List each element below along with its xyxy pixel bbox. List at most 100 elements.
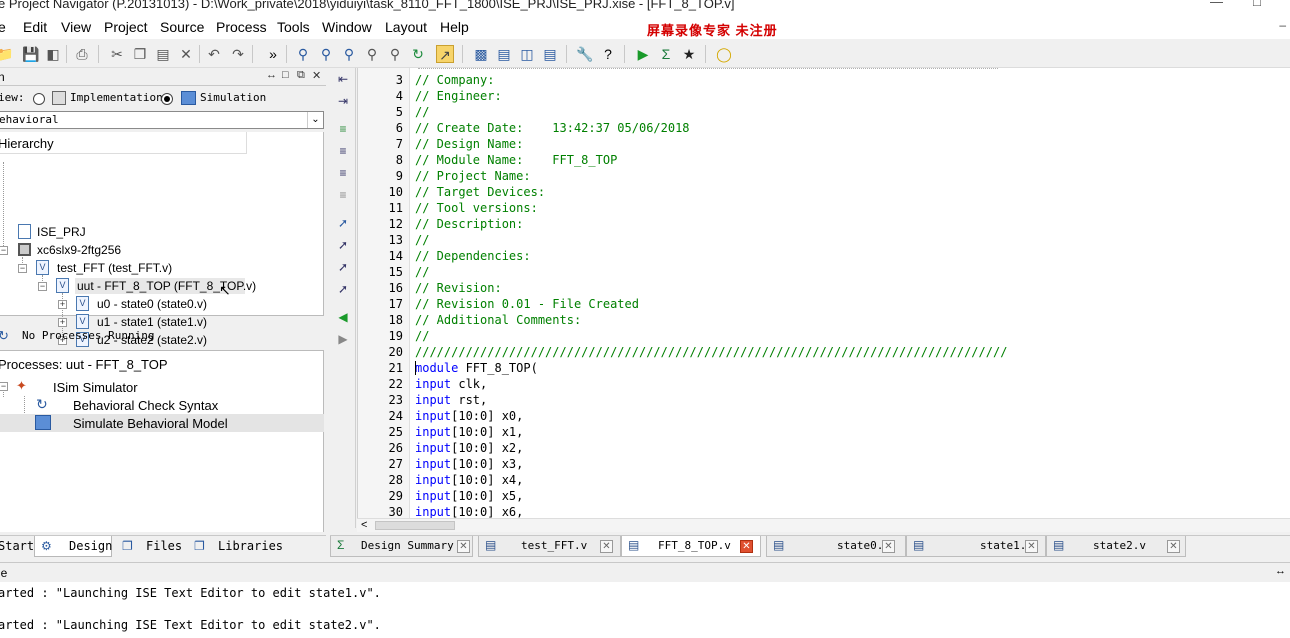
print-icon[interactable]: ⎙ [73,45,91,63]
indent-left-icon[interactable]: ⇤ [334,70,352,88]
bookmark-clear-icon[interactable]: ➚ [334,280,352,298]
tab-start[interactable]: Start [0,536,34,557]
tree-node-device[interactable]: − xc6slx9-2ftg256 [0,241,324,259]
menu-layout[interactable]: Layout [385,19,427,35]
zoom-full-icon[interactable]: ⚲ [340,45,358,63]
insert-template-icon[interactable]: ≡ [334,164,352,182]
collapse-icon[interactable]: − [38,282,47,291]
chevron-down-icon[interactable]: ⌄ [307,112,323,128]
process-check-syntax[interactable]: ↻ Behavioral Check Syntax [0,396,324,414]
paste-icon[interactable]: ▤ [154,45,172,63]
menu-view[interactable]: View [61,19,91,35]
close-tab-icon[interactable]: ✕ [1167,540,1180,553]
implementation-label[interactable]: Implementation [70,91,163,104]
open-folder-icon[interactable]: 📁 [0,45,14,63]
horizontal-scrollbar[interactable]: < [357,518,1290,532]
close-panel-icon[interactable]: ✕ [312,69,321,82]
context-help-icon[interactable]: ? [599,45,617,63]
scroll-thumb[interactable] [375,521,455,530]
implementation-radio[interactable] [33,93,45,105]
tab-state0[interactable]: ▤ state0.v ✕ [766,536,906,557]
indent-right-icon[interactable]: ⇥ [334,92,352,110]
collapse-icon[interactable]: − [0,246,8,255]
tree-node-uut[interactable]: − V uut - FFT_8_TOP (FFT_8_TOP.v) ↖ [0,277,324,298]
lightbulb-icon[interactable]: ◯ [715,45,733,63]
scroll-left-icon[interactable]: < [361,519,367,531]
toolbar-overflow-icon[interactable]: » [264,45,282,63]
tab-design-summary[interactable]: Σ Design Summary ✕ [330,536,473,557]
mdi-minimize-icon[interactable]: – [1279,18,1286,32]
process-isim[interactable]: − ✦ ISim Simulator [0,378,324,396]
collapse-icon[interactable]: − [0,382,8,391]
uncomment-icon[interactable]: ≡ [334,142,352,160]
tile-horizontal-icon[interactable]: ▤ [495,45,513,63]
tab-test-fft[interactable]: ▤ test_FFT.v ✕ [478,536,621,557]
tab-design[interactable]: ⚙ Design [34,536,112,557]
cut-icon[interactable]: ✂ [108,45,126,63]
simulation-label[interactable]: Simulation [200,91,266,104]
code-editor[interactable]: 3 4 5 6 7 8 9 10 11 12 13 14 15 16 17 18 19 20 21 22 23 24 25 2… [357,68,1290,519]
pointer-mode-icon[interactable]: ↗ [436,45,454,63]
tree-node-u0[interactable]: + V u0 - state0 (state0.v) [0,295,324,313]
goto-icon[interactable]: ≡ [334,186,352,204]
maximize-icon[interactable]: □ [1253,0,1261,9]
simulation-radio[interactable] [161,93,173,105]
tab-state1[interactable]: ▤ state1.v ✕ [906,536,1046,557]
run-icon[interactable]: ▶ [634,45,652,63]
zoom-fit-icon[interactable]: ⚲ [363,45,381,63]
window-icon[interactable]: ▤ [541,45,559,63]
close-tab-icon[interactable]: ✕ [882,540,895,553]
tab-fft-8-top[interactable]: ▤ FFT_8_TOP.v ✕ [621,536,761,557]
undo-icon[interactable]: ↶ [205,45,223,63]
collapse-icon[interactable]: − [18,264,27,273]
tree-node-project[interactable]: ISE_PRJ [0,223,324,241]
comment-icon[interactable]: ≡ [334,120,352,138]
menu-project[interactable]: Project [104,19,148,35]
redo-icon[interactable]: ↷ [229,45,247,63]
bookmark-prev-icon[interactable]: ➚ [334,258,352,276]
console-output[interactable]: arted : "Launching ISE Text Editor to ed… [0,582,1290,638]
code-line: // Additional Comments: [415,313,582,327]
minimize-icon[interactable]: — [1210,0,1223,9]
sim-mode-combo[interactable]: ehavioral ⌄ [0,111,324,129]
verilog-file-icon: V [56,278,69,293]
expand-icon[interactable]: + [58,300,67,309]
menu-edit[interactable]: Edit [23,19,47,35]
zoom-in-icon[interactable]: ⚲ [294,45,312,63]
zoom-select-icon[interactable]: ⚲ [386,45,404,63]
tree-node-test-fft[interactable]: − V test_FFT (test_FFT.v) [0,259,324,277]
delete-icon[interactable]: ✕ [177,45,195,63]
back-arrow-icon[interactable]: ◀ [334,308,352,326]
maximize-panel-icon[interactable]: □ [282,69,289,81]
refresh-icon[interactable]: ↻ [409,45,427,63]
bookmark-toggle-icon[interactable]: ➚ [334,214,352,232]
bookmark-next-icon[interactable]: ➚ [334,236,352,254]
close-tab-icon[interactable]: ✕ [457,540,470,553]
wrench-icon[interactable]: 🔧 [576,45,594,63]
sigma-icon[interactable]: Σ [657,45,675,63]
tile-vertical-icon[interactable]: ◫ [518,45,536,63]
close-tab-icon[interactable]: ✕ [1025,540,1038,553]
tab-libraries[interactable]: ❐ Libraries [188,536,288,557]
close-tab-icon[interactable]: ✕ [740,540,753,553]
float-panel-icon[interactable]: ⧉ [297,69,305,82]
close-tab-icon[interactable]: ✕ [600,540,613,553]
tab-files[interactable]: ❐ Files [116,536,184,557]
menu-process[interactable]: Process [216,19,267,35]
tab-state2[interactable]: ▤ state2.v ✕ [1046,536,1186,557]
resize-icon[interactable]: ↔ [1275,565,1286,577]
cascade-icon[interactable]: ▩ [472,45,490,63]
menu-window[interactable]: Window [322,19,372,35]
telescope-icon[interactable]: ★ [680,45,698,63]
menu-file[interactable]: e [0,19,6,35]
process-simulate-model[interactable]: Simulate Behavioral Model [0,414,324,432]
menu-help[interactable]: Help [440,19,469,35]
resize-icon[interactable]: ↔ [266,69,277,81]
save-all-icon[interactable]: ◧ [44,45,62,63]
save-icon[interactable]: 💾 [22,45,40,63]
copy-icon[interactable]: ❐ [131,45,149,63]
menu-tools[interactable]: Tools [277,19,310,35]
zoom-out-icon[interactable]: ⚲ [317,45,335,63]
forward-arrow-icon[interactable]: ▶ [334,330,352,348]
menu-source[interactable]: Source [160,19,204,35]
